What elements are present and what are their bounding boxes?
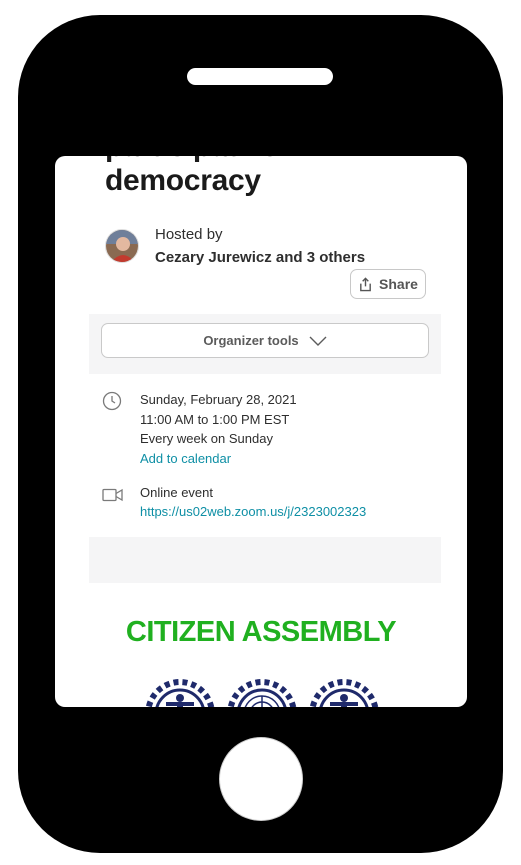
host-avatar[interactable]: [105, 229, 139, 263]
organizer-tools-button[interactable]: Organizer tools: [101, 323, 429, 358]
banner-title: CITIZEN ASSEMBLY: [125, 616, 397, 648]
phone-screen: participative democracy Hosted by Cezary…: [55, 156, 467, 707]
event-recurrence: Every week on Sunday: [140, 431, 273, 446]
organizer-tools-label: Organizer tools: [203, 333, 299, 348]
share-button[interactable]: Share: [350, 269, 426, 299]
host-names-link[interactable]: Cezary Jurewicz and 3 others: [155, 249, 365, 266]
share-icon: [360, 276, 371, 291]
event-title-line-2: democracy: [105, 164, 261, 197]
phone-speaker: [187, 68, 333, 85]
organizer-tools-section: Organizer tools: [89, 314, 441, 374]
section-divider: [89, 537, 441, 583]
hosted-by-label: Hosted by: [155, 226, 223, 243]
event-time: 11:00 AM to 1:00 PM EST: [140, 411, 290, 427]
video-camera-icon: [102, 488, 123, 502]
event-location-type: Online event: [140, 485, 213, 500]
add-to-calendar-link[interactable]: Add to calendar: [140, 449, 297, 469]
share-label: Share: [379, 276, 418, 292]
event-page: participative democracy Hosted by Cezary…: [55, 156, 467, 707]
gear-logos-image: [145, 679, 379, 707]
phone-home-button[interactable]: [219, 737, 303, 821]
date-time-block: Sunday, February 28, 2021 11:00 AM to 1:…: [140, 390, 297, 468]
clock-icon: [102, 391, 122, 411]
event-title: participative democracy: [105, 156, 278, 198]
event-date: Sunday, February 28, 2021: [140, 392, 297, 407]
chevron-down-icon: [309, 336, 327, 346]
location-block: Online event https://us02web.zoom.us/j/2…: [140, 483, 366, 521]
online-event-link[interactable]: https://us02web.zoom.us/j/2323002323: [140, 502, 366, 521]
event-title-line-1: participative: [105, 156, 278, 164]
